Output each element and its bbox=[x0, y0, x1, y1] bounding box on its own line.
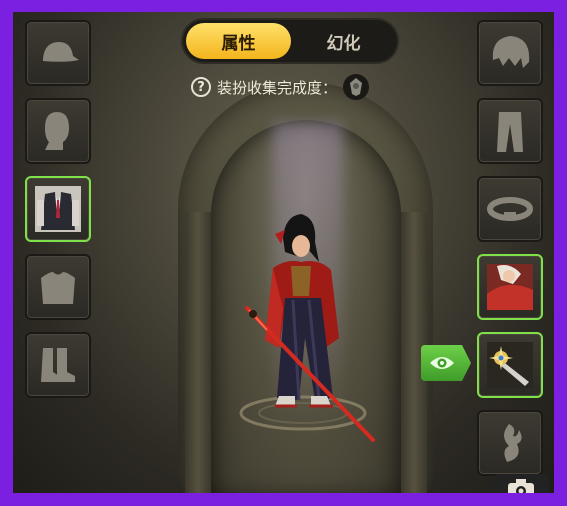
eye-icon bbox=[430, 357, 454, 369]
character-portrait-icon bbox=[487, 264, 533, 310]
flame-aura-icon bbox=[504, 424, 522, 462]
tab-transform[interactable]: 幻化 bbox=[291, 23, 396, 59]
aura-slot[interactable] bbox=[477, 410, 543, 476]
shoes-slot[interactable] bbox=[25, 332, 91, 398]
boots-icon bbox=[41, 348, 75, 382]
weapon-icon bbox=[487, 342, 533, 388]
character-avatar[interactable] bbox=[223, 208, 383, 443]
camera-icon bbox=[508, 479, 534, 493]
screenshot-button[interactable] bbox=[493, 474, 549, 493]
left-pillar bbox=[185, 212, 211, 493]
belt-slot[interactable] bbox=[477, 176, 543, 242]
face-slot[interactable] bbox=[25, 98, 91, 164]
help-icon[interactable]: ? bbox=[191, 77, 211, 97]
collection-medal-icon[interactable] bbox=[343, 74, 370, 100]
hat-icon bbox=[43, 42, 79, 62]
neck-slot[interactable] bbox=[25, 254, 91, 320]
torso-icon bbox=[41, 272, 75, 304]
collection-progress: ? 装扮收集完成度： bbox=[191, 72, 370, 102]
vest-outfit-icon bbox=[35, 186, 81, 232]
skin-slot[interactable] bbox=[477, 254, 543, 320]
tab-attributes[interactable]: 属性 bbox=[186, 23, 291, 59]
hair-icon bbox=[492, 36, 530, 68]
belt-icon bbox=[487, 197, 533, 221]
pants-slot[interactable] bbox=[477, 98, 543, 164]
pants-icon bbox=[497, 112, 523, 152]
weapon-slot[interactable] bbox=[477, 332, 543, 398]
game-frame: 属性 幻化 ? 装扮收集完成度： bbox=[13, 12, 554, 493]
hat-slot[interactable] bbox=[25, 20, 91, 86]
preview-toggle-button[interactable] bbox=[421, 345, 471, 381]
collection-label: 装扮收集完成度： bbox=[217, 78, 338, 97]
face-icon bbox=[45, 112, 69, 150]
hair-slot[interactable] bbox=[477, 20, 543, 86]
tab-bar: 属性 幻化 bbox=[181, 18, 399, 64]
coat-slot[interactable] bbox=[25, 176, 91, 242]
